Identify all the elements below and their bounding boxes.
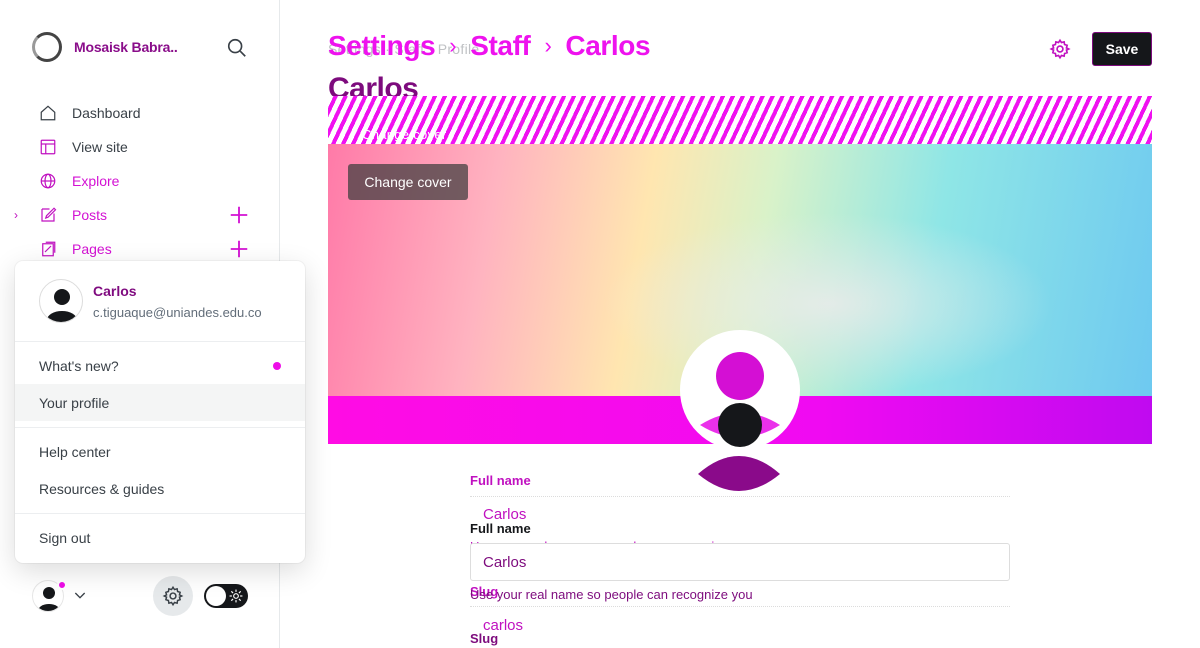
home-icon: [38, 103, 58, 123]
sidebar-nav: Dashboard View site Explore › Posts Page…: [0, 96, 280, 266]
edit-icon: [38, 205, 58, 225]
new-indicator-dot: [273, 362, 281, 370]
chevron-right-icon: ›: [544, 33, 552, 58]
user-menu-header: Carlos c.tiguaque@uniandes.edu.co: [39, 279, 262, 323]
sidebar-item-label: Explore: [72, 173, 120, 189]
breadcrumb-settings[interactable]: Settings: [328, 30, 436, 62]
site-logo: [32, 32, 62, 62]
add-post-icon[interactable]: [228, 204, 250, 226]
site-brand[interactable]: Mosaisk Babra..: [32, 32, 178, 62]
globe-icon: [38, 171, 58, 191]
menu-item-your-profile[interactable]: Your profile: [15, 384, 305, 421]
menu-item-label: Help center: [39, 443, 111, 460]
toggle-knob: [206, 586, 226, 606]
divider: [15, 427, 305, 428]
search-icon[interactable]: [226, 37, 248, 59]
breadcrumb-staff[interactable]: Staff: [470, 30, 531, 62]
add-page-icon[interactable]: [228, 238, 250, 260]
sidebar-item-label: View site: [72, 139, 128, 155]
save-button[interactable]: Save: [1092, 32, 1152, 66]
sidebar-item-label: Posts: [72, 207, 108, 223]
change-cover-ghost: Change cover: [362, 127, 447, 142]
sidebar-item-view-site[interactable]: View site: [0, 130, 280, 164]
divider: [470, 496, 1010, 497]
settings-button[interactable]: [153, 576, 193, 616]
notification-badge: [57, 580, 67, 590]
divider: [15, 341, 305, 342]
divider: [15, 513, 305, 514]
theme-toggle[interactable]: [204, 584, 248, 608]
menu-item-label: Resources & guides: [39, 480, 165, 497]
menu-item-sign-out[interactable]: Sign out: [15, 519, 305, 556]
user-menu-popup: Carlos c.tiguaque@uniandes.edu.co What's…: [15, 261, 305, 563]
sidebar-item-explore[interactable]: Explore: [0, 164, 280, 198]
user-name: Carlos: [93, 282, 137, 299]
breadcrumb: Settings › Staff › Carlos: [328, 30, 651, 62]
user-avatar-icon: [47, 289, 77, 322]
full-name-input[interactable]: [470, 543, 1010, 581]
gear-icon: [162, 585, 184, 607]
sidebar-item-label: Dashboard: [72, 105, 141, 121]
menu-item-whats-new[interactable]: What's new?: [15, 347, 305, 384]
gear-icon[interactable]: [1049, 38, 1071, 60]
divider: [470, 606, 1010, 607]
full-name-label-ghost: Full name: [470, 473, 531, 488]
chevron-right-icon[interactable]: ›: [14, 208, 18, 222]
profile-picture[interactable]: [680, 330, 800, 450]
profile-avatar-icon: [700, 352, 780, 447]
site-title: Mosaisk Babra..: [74, 39, 178, 55]
sidebar-item-dashboard[interactable]: Dashboard: [0, 96, 280, 130]
menu-item-help-center[interactable]: Help center: [15, 433, 305, 470]
slug-label: Slug: [470, 631, 499, 646]
user-email: c.tiguaque@uniandes.edu.co: [93, 304, 262, 320]
cover-pattern-top: [328, 96, 1152, 144]
menu-item-label: Sign out: [39, 529, 91, 546]
chevron-down-icon[interactable]: [72, 587, 88, 603]
breadcrumb-current: Carlos: [565, 30, 651, 61]
full-name-hint: Use your real name so people can recogni…: [470, 587, 753, 602]
sidebar-item-label: Pages: [72, 241, 112, 257]
menu-item-label: Your profile: [39, 394, 110, 411]
sidebar-item-posts[interactable]: › Posts: [0, 198, 280, 232]
change-cover-button[interactable]: Change cover: [348, 164, 468, 200]
menu-item-label: What's new?: [39, 357, 119, 374]
chevron-right-icon: ›: [449, 33, 457, 58]
user-avatar: [39, 279, 83, 323]
pages-icon: [38, 239, 58, 259]
sun-icon: [229, 589, 243, 603]
layout-icon: [38, 137, 58, 157]
full-name-label: Full name: [470, 521, 531, 536]
menu-item-resources[interactable]: Resources & guides: [15, 470, 305, 507]
